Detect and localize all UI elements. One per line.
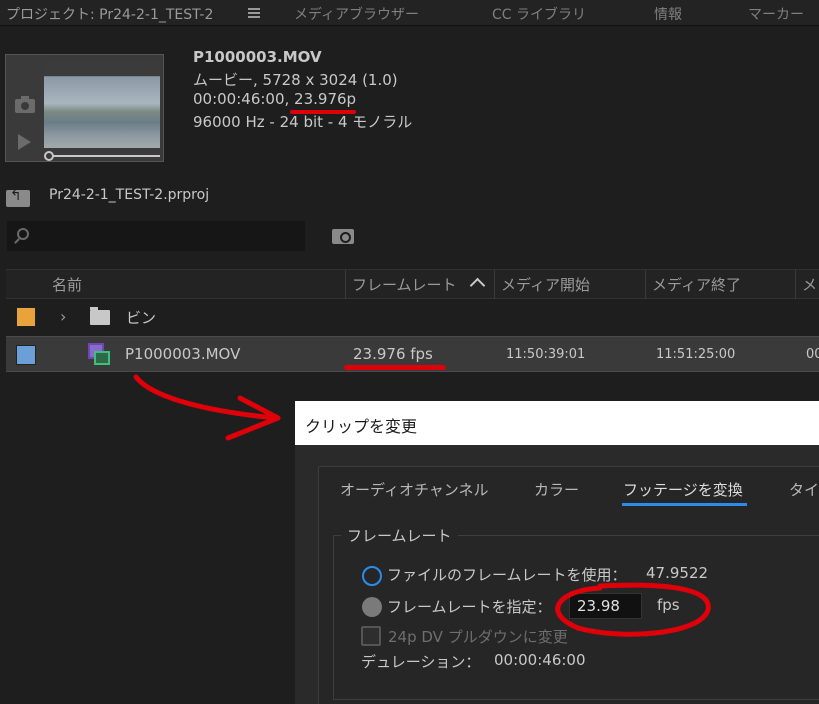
pulldown-label: 24p DV プルダウンに変更 [388, 628, 568, 646]
column-header-frame-rate[interactable]: フレームレート [352, 274, 457, 295]
tab-project[interactable]: プロジェクト: Pr24-2-1_TEST-2 [6, 4, 213, 24]
clip-frame-rate: 23.976 fps [353, 345, 433, 363]
tab-media-browser[interactable]: メディアブラウザー [294, 4, 419, 24]
clip-extra-cell: 00 [806, 347, 819, 362]
panel-menu-icon[interactable] [248, 8, 260, 18]
column-divider[interactable] [645, 270, 646, 299]
dialog-tab-audio-channels[interactable]: オーディオチャンネル [340, 479, 489, 500]
annotation-underline-preview-fps [290, 110, 356, 114]
bin-name: ビン [126, 309, 157, 327]
search-icon [17, 228, 29, 240]
use-file-rate-radio[interactable] [362, 566, 382, 586]
tab-info[interactable]: 情報 [654, 4, 682, 24]
chevron-right-icon[interactable]: › [60, 307, 66, 326]
pulldown-checkbox[interactable] [361, 626, 381, 646]
column-header-media-start[interactable]: メディア開始 [501, 274, 590, 295]
duration-label: デュレーション： [361, 653, 481, 671]
preview-audio-info: 96000 Hz - 24 bit - 4 モノラル [193, 113, 413, 131]
preview-media-info: ムービー, 5728 x 3024 (1.0) [193, 71, 398, 89]
fps-unit-label: fps [657, 596, 680, 614]
column-divider[interactable] [494, 270, 495, 299]
parent-folder-icon[interactable] [6, 188, 30, 207]
assume-fps-input[interactable]: 23.98 [569, 593, 642, 619]
dialog-tab-timecode[interactable]: タイ [789, 479, 819, 500]
video-clip-icon [88, 343, 110, 367]
thumbnail-image [44, 62, 160, 148]
thumbnail-scrubber-track[interactable] [50, 155, 160, 157]
project-filename: Pr24-2-1_TEST-2.prproj [49, 187, 210, 203]
tab-markers[interactable]: マーカー [748, 4, 804, 24]
column-divider[interactable] [345, 270, 346, 299]
dialog-tab-interpret-footage[interactable]: フッテージを変換 [623, 479, 743, 500]
use-file-rate-label[interactable]: ファイルのフレームレートを使用： [387, 564, 627, 585]
assume-rate-label[interactable]: フレームレートを指定： [387, 596, 552, 617]
file-rate-value: 47.9522 [646, 564, 709, 582]
folder-icon [90, 307, 110, 325]
label-color-swatch[interactable] [16, 307, 36, 327]
modify-clip-dialog-titlebar[interactable]: クリップを変更 [295, 401, 819, 445]
annotation-underline-clip-fps [344, 365, 446, 370]
sort-ascending-icon [469, 277, 486, 294]
assume-rate-radio[interactable] [362, 597, 382, 617]
search-input[interactable] [7, 221, 305, 251]
label-color-swatch[interactable] [16, 345, 36, 365]
column-header-name[interactable]: 名前 [52, 274, 82, 295]
column-divider[interactable] [795, 270, 796, 299]
preview-thumbnail[interactable] [5, 54, 164, 162]
column-header-more[interactable]: メ [802, 274, 817, 295]
duration-value: 00:00:46:00 [494, 651, 586, 669]
annotation-arrow [133, 374, 278, 421]
table-header: 名前 フレームレート メディア開始 メディア終了 メ [6, 269, 819, 299]
active-tab-indicator [622, 503, 747, 506]
frame-rate-section-title: フレームレート [341, 525, 458, 546]
column-header-media-end[interactable]: メディア終了 [652, 274, 741, 295]
dialog-title: クリップを変更 [305, 417, 418, 436]
clip-name: P1000003.MOV [125, 345, 241, 363]
preview-filename: P1000003.MOV [193, 48, 322, 66]
thumbnail-scrubber-handle[interactable] [44, 151, 54, 161]
table-row-bin[interactable]: › ビン [6, 299, 819, 335]
panel-tab-bar: プロジェクト: Pr24-2-1_TEST-2 メディアブラウザー CC ライブ… [0, 0, 819, 26]
clip-media-start: 11:50:39:01 [506, 347, 586, 362]
preview-duration-fps: 00:00:46:00, 23.976p [193, 90, 357, 108]
camera-icon[interactable] [15, 96, 35, 113]
find-icon[interactable] [332, 229, 354, 244]
annotation-arrowhead [225, 395, 281, 441]
play-icon[interactable] [18, 134, 31, 150]
clip-media-end: 11:51:25:00 [656, 347, 736, 362]
tab-cc-libraries[interactable]: CC ライブラリ [492, 4, 586, 24]
dialog-tab-color[interactable]: カラー [534, 479, 579, 500]
